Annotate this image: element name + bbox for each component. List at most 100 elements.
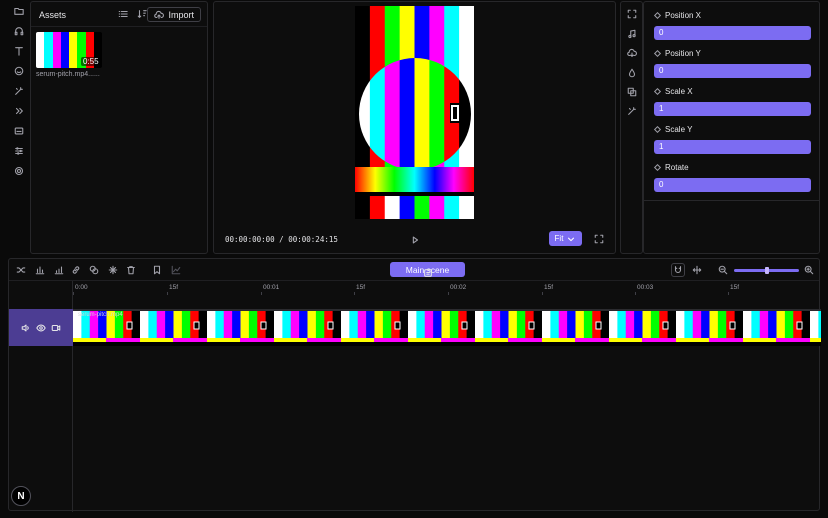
rotate-label: Rotate (653, 163, 689, 172)
zoom-out-icon[interactable] (717, 264, 729, 276)
scene-settings-icon (422, 267, 434, 279)
subtitles-icon[interactable] (10, 124, 28, 138)
clip-frame (274, 311, 342, 346)
settings-icon[interactable] (10, 164, 28, 178)
ruler-label: 0:00 (75, 284, 88, 291)
keyframe-icon[interactable] (653, 11, 662, 20)
layers-icon[interactable] (626, 86, 638, 98)
track-header[interactable] (9, 309, 73, 346)
ruler-label: 15f (544, 284, 554, 291)
duplicate-icon[interactable] (88, 264, 100, 276)
clip-frame (475, 311, 543, 346)
ruler-tick (542, 292, 543, 295)
upload-cloud-icon (154, 10, 165, 20)
clip-frame (341, 311, 409, 346)
divider (644, 200, 819, 201)
scale-y-input[interactable]: 1 (654, 140, 811, 154)
ruler-label: 00:02 (450, 284, 467, 291)
chevron-down-icon (566, 234, 576, 244)
position-x-label: Position X (653, 11, 701, 20)
zoom-slider-handle[interactable] (765, 267, 769, 274)
drop-icon[interactable] (626, 67, 638, 79)
assets-title: Assets (39, 10, 67, 20)
headphones-icon[interactable] (10, 24, 28, 38)
timeline-panel: Main scene 0:00 15f 00:01 15f 00:02 15f 00:03 1… (8, 258, 821, 512)
video-preview[interactable] (355, 6, 474, 219)
trash-icon[interactable] (125, 264, 137, 276)
clip-frame (676, 311, 744, 346)
shuffle-icon[interactable] (15, 264, 27, 276)
color-bars-image (355, 6, 474, 219)
ruler-tick (728, 292, 729, 295)
ruler-tick (448, 292, 449, 295)
ruler-label: 00:01 (263, 284, 280, 291)
keyframe-icon[interactable] (653, 163, 662, 172)
ruler-tick (167, 292, 168, 295)
import-button[interactable]: Import (147, 7, 201, 22)
expand-icon[interactable] (626, 8, 638, 20)
sort-icon[interactable] (137, 9, 147, 19)
clip-frame (408, 311, 476, 346)
clip-frame (207, 311, 275, 346)
keyframe-icon[interactable] (653, 49, 662, 58)
zoom-in-icon[interactable] (803, 264, 815, 276)
text-icon[interactable] (10, 44, 28, 58)
rotate-input[interactable]: 0 (654, 178, 811, 192)
position-x-input[interactable]: 0 (654, 26, 811, 40)
clip-frame (810, 311, 821, 346)
assets-panel: Assets Import 0:55 serum-pitch.mp4...... (30, 1, 208, 254)
scale-x-input[interactable]: 1 (654, 102, 811, 116)
line-chart-icon (170, 264, 182, 276)
fullscreen-icon[interactable] (594, 234, 604, 244)
main-scene-button[interactable]: Main scene (390, 262, 465, 277)
ruler-tick (73, 292, 74, 295)
bookmark-icon[interactable] (151, 264, 163, 276)
eye-icon[interactable] (36, 323, 46, 333)
app-logo[interactable]: N (11, 486, 31, 506)
timecode: 00:00:00:00 / 00:00:24:15 (225, 235, 338, 244)
clip-frame (743, 311, 811, 346)
clip-frame (542, 311, 610, 346)
scale-x-label: Scale X (653, 87, 693, 96)
properties-panel: Position X 0 Position Y 0 Scale X 1 Scal… (643, 1, 820, 254)
magic-wand-icon[interactable] (626, 105, 638, 117)
video-icon[interactable] (51, 323, 61, 333)
timeline-ruler[interactable]: 0:00 15f 00:01 15f 00:02 15f 00:03 15f (73, 281, 821, 295)
list-view-icon[interactable] (118, 9, 128, 19)
ruler-tick (354, 292, 355, 295)
assets-header: Assets Import (31, 2, 207, 27)
magic-wand-icon[interactable] (10, 84, 28, 98)
volume-icon[interactable] (21, 323, 31, 333)
keyframe-icon[interactable] (653, 125, 662, 134)
video-clip[interactable]: serum-pitch.mp4 (73, 309, 821, 346)
ruler-label: 15f (730, 284, 740, 291)
split-icon[interactable] (691, 264, 703, 276)
clip-label: serum-pitch.mp4 (78, 312, 123, 318)
ruler-tick (635, 292, 636, 295)
bar-chart-icon[interactable] (34, 264, 46, 276)
position-y-input[interactable]: 0 (654, 64, 811, 78)
music-icon[interactable] (626, 28, 638, 40)
preview-panel: 00:00:00:00 / 00:00:24:15 Fit (213, 1, 616, 254)
stats-icon[interactable] (53, 264, 65, 276)
link-icon[interactable] (70, 264, 82, 276)
ruler-label: 15f (169, 284, 179, 291)
import-label: Import (168, 9, 194, 20)
chevrons-right-icon[interactable] (10, 104, 28, 118)
asset-duration: 0:55 (81, 57, 101, 66)
folder-icon[interactable] (10, 4, 28, 18)
download-icon[interactable] (626, 47, 638, 59)
clip-frame (609, 311, 677, 346)
sparkle-icon[interactable] (107, 264, 119, 276)
clip-frame (140, 311, 208, 346)
fit-dropdown[interactable]: Fit (549, 231, 582, 246)
magnet-icon[interactable] (671, 263, 685, 277)
keyframe-icon[interactable] (653, 87, 662, 96)
fit-label: Fit (554, 234, 564, 243)
play-icon[interactable] (410, 235, 420, 245)
sliders-icon[interactable] (10, 144, 28, 158)
scale-y-label: Scale Y (653, 125, 692, 134)
ruler-label: 15f (356, 284, 366, 291)
smiley-icon[interactable] (10, 64, 28, 78)
ruler-tick (261, 292, 262, 295)
